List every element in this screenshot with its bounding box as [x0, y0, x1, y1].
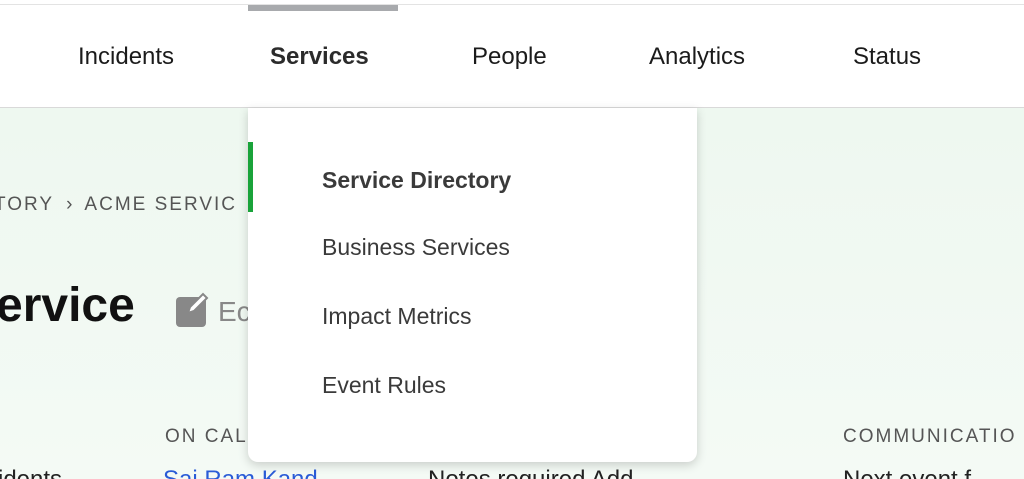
- nav-status[interactable]: Status: [853, 43, 921, 71]
- on-call-label: ON CAL: [165, 426, 248, 447]
- menu-item-business-services[interactable]: Business Services: [322, 234, 510, 261]
- page-title: ervice: [0, 279, 135, 332]
- breadcrumb-service-directory[interactable]: TORY: [0, 194, 54, 215]
- menu-item-service-directory[interactable]: Service Directory: [322, 167, 511, 194]
- row-text-right: Next event f: [843, 466, 971, 479]
- edit-button[interactable]: Ec: [176, 292, 251, 328]
- services-dropdown-menu: Service Directory Business Services Impa…: [248, 108, 697, 462]
- row-text-middle: Notes required Add: [428, 466, 633, 479]
- menu-item-impact-metrics[interactable]: Impact Metrics: [322, 303, 472, 330]
- edit-label: Ec: [218, 296, 251, 327]
- active-item-indicator: [248, 142, 253, 212]
- breadcrumb: TORY › ACME SERVIC: [0, 194, 237, 216]
- active-tab-indicator: [248, 5, 398, 11]
- communication-label: COMMUNICATIO: [843, 426, 1017, 447]
- menu-item-event-rules[interactable]: Event Rules: [322, 372, 446, 399]
- nav-services[interactable]: Services: [270, 43, 369, 71]
- row-text-left: idents: [0, 466, 62, 479]
- top-navigation: Incidents Services People Analytics Stat…: [0, 5, 1024, 108]
- edit-icon: [176, 292, 209, 327]
- nav-analytics[interactable]: Analytics: [649, 43, 745, 71]
- nav-incidents[interactable]: Incidents: [78, 43, 174, 71]
- breadcrumb-separator: ›: [66, 194, 73, 215]
- breadcrumb-current: ACME SERVIC: [84, 194, 237, 215]
- nav-people[interactable]: People: [472, 43, 547, 71]
- on-call-user-link[interactable]: Sai Ram Kand: [163, 466, 318, 479]
